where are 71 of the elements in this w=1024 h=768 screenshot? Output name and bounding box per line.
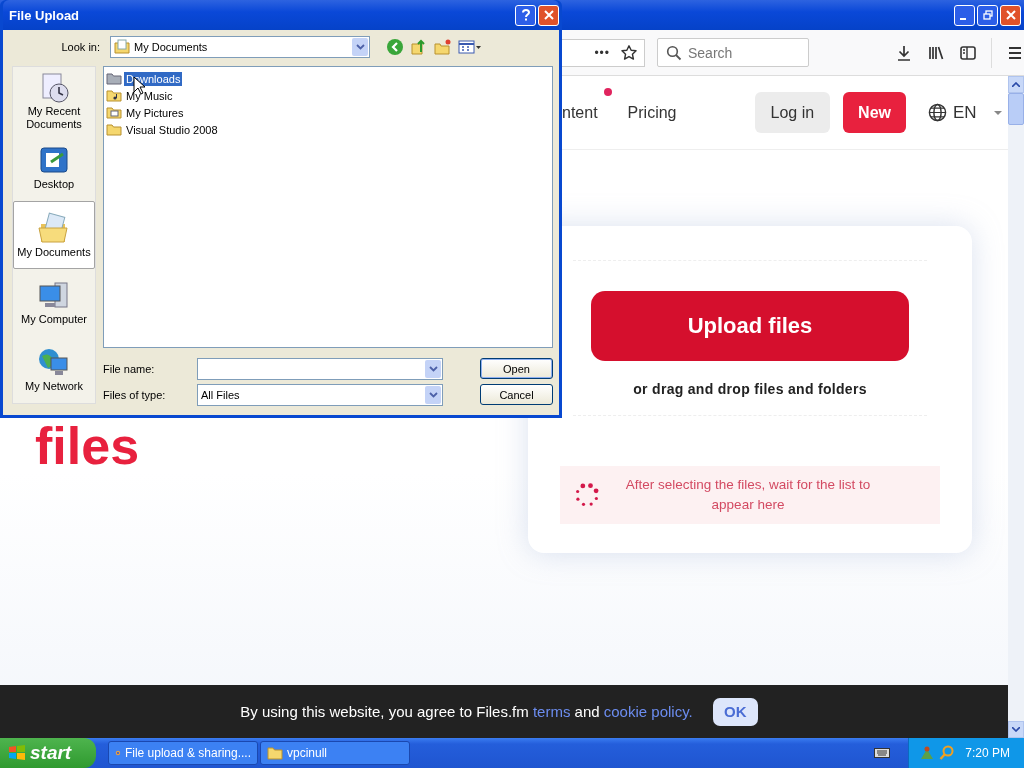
views-icon[interactable]	[458, 39, 482, 55]
open-folder-icon	[37, 211, 71, 246]
look-in-label: Look in:	[60, 41, 100, 53]
login-button[interactable]: Log in	[754, 92, 831, 133]
folder-icon	[106, 123, 122, 136]
places-item[interactable]: Desktop	[13, 134, 95, 202]
files-of-type-label: Files of type:	[103, 389, 167, 401]
sidebar-icon[interactable]	[959, 43, 977, 62]
folder-icon	[106, 72, 122, 85]
hero-heading: files	[35, 418, 141, 474]
terms-link[interactable]: terms	[532, 703, 571, 720]
drag-drop-hint: or drag and drop files and folders	[633, 381, 867, 397]
music-folder-icon	[106, 89, 122, 102]
documents-folder-icon	[114, 39, 130, 55]
cancel-button[interactable]: Cancel	[480, 384, 553, 405]
new-folder-icon[interactable]	[434, 38, 452, 56]
back-icon[interactable]	[386, 38, 404, 56]
page-actions-button[interactable]: •••	[594, 45, 610, 60]
look-in-dropdown[interactable]: My Documents	[110, 36, 370, 58]
ok-button[interactable]: OK	[712, 697, 758, 726]
cookie-policy-link[interactable]: cookie policy.	[603, 703, 693, 720]
address-bar[interactable]: •••	[560, 38, 645, 67]
minimize-icon	[960, 18, 966, 20]
pictures-folder-icon	[106, 106, 122, 119]
nav-link[interactable]: ntent	[562, 87, 612, 122]
close-button[interactable]	[538, 4, 559, 26]
minimize-button[interactable]	[954, 4, 975, 26]
folder-item[interactable]: My Music	[106, 87, 550, 104]
download-icon[interactable]	[895, 43, 913, 62]
folder-item[interactable]: My Pictures	[106, 104, 550, 121]
dialog-title: File Upload	[9, 7, 80, 23]
places-item[interactable]: My Documents	[13, 201, 95, 269]
question-mark-icon	[520, 9, 531, 21]
language-selector[interactable]: EN	[928, 102, 1003, 123]
search-field[interactable]: Search	[657, 38, 809, 67]
open-button[interactable]: Open	[480, 358, 553, 379]
file-name-label: File name:	[103, 363, 156, 375]
folder-item[interactable]: Downloads	[106, 70, 550, 87]
restore-button[interactable]	[977, 4, 998, 26]
star-icon[interactable]	[620, 43, 638, 62]
places-item[interactable]: My Computer	[13, 268, 95, 336]
close-icon	[1005, 10, 1016, 20]
file-name-field[interactable]	[197, 358, 443, 380]
caret-icon	[992, 109, 1003, 116]
help-button[interactable]	[515, 4, 536, 26]
status-message: After selecting the files, wait for the list to appear here	[624, 476, 872, 514]
notification-dot	[603, 87, 612, 96]
globe-icon	[928, 103, 947, 122]
taskbar-button[interactable]: vpcinull	[260, 741, 410, 765]
upload-files-button[interactable]: Upload files	[591, 291, 909, 361]
keyboard-icon[interactable]	[874, 747, 891, 759]
folder-icon	[267, 746, 283, 760]
nav-link[interactable]: Pricing	[627, 87, 691, 122]
windows-logo-icon	[8, 744, 26, 762]
places-item[interactable]: My Recent Documents	[13, 67, 95, 135]
places-item[interactable]: My Network	[13, 335, 95, 403]
spinner-icon	[574, 482, 600, 508]
taskbar-button[interactable]: File upload & sharing....	[108, 741, 258, 765]
clock: 7:20 PM	[965, 746, 1010, 760]
close-icon	[543, 10, 554, 20]
close-button[interactable]	[1000, 4, 1021, 26]
scroll-up-button[interactable]	[1008, 76, 1024, 93]
folder-item[interactable]: Visual Studio 2008	[106, 121, 550, 138]
scrollbar[interactable]	[1008, 76, 1024, 738]
file-type-dropdown[interactable]: All Files	[197, 384, 443, 406]
cookie-notice: By using this website, you agree to Files.fm terms and cookie policy.	[240, 703, 693, 720]
search-icon	[666, 45, 682, 61]
scroll-thumb[interactable]	[1008, 93, 1024, 125]
restore-icon	[982, 10, 993, 20]
scroll-down-button[interactable]	[1008, 721, 1024, 738]
new-button[interactable]: New	[843, 92, 906, 133]
